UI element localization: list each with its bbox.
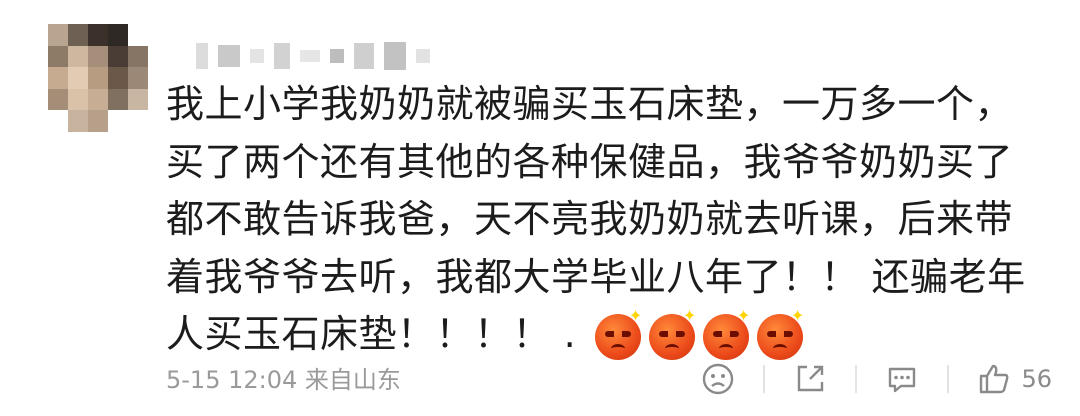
- username-blurred[interactable]: [196, 36, 430, 76]
- angry-face-icon: ✦: [648, 307, 696, 360]
- comment-actions: 56: [701, 362, 1052, 396]
- like-button[interactable]: 56: [977, 362, 1052, 396]
- angry-face-icon: ✦: [756, 307, 804, 360]
- frown-face-icon[interactable]: [701, 362, 735, 396]
- avatar[interactable]: [48, 24, 148, 132]
- divider: [947, 365, 950, 393]
- angry-face-icon: ✦: [594, 307, 642, 360]
- divider: [855, 365, 858, 393]
- emoji-group: ✦ ✦ ✦ ✦: [594, 307, 804, 360]
- share-icon[interactable]: [793, 362, 827, 396]
- comment-timestamp: 5-15 12:04: [166, 366, 298, 394]
- comment-body: 我上小学我奶奶就被骗买玉石床垫，一万多一个，买了两个还有其他的各种保健品，我爷爷…: [166, 76, 1046, 364]
- comment-icon[interactable]: [885, 362, 919, 396]
- divider: [763, 365, 766, 393]
- comment-location: 来自山东: [304, 366, 401, 394]
- comment-meta: 5-15 12:04 来自山东: [166, 360, 401, 395]
- like-count: 56: [1021, 365, 1052, 393]
- angry-face-icon: ✦: [702, 307, 750, 360]
- thumbs-up-icon: [977, 362, 1011, 396]
